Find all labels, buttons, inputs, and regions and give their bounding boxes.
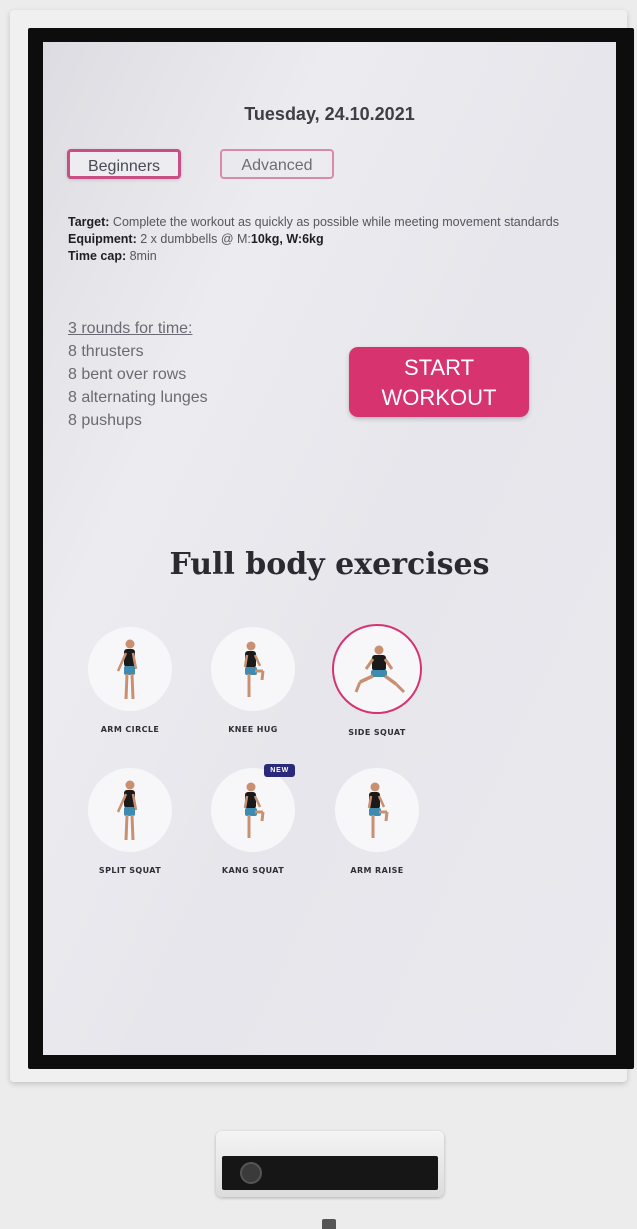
camera-sensor-bar — [216, 1131, 444, 1197]
start-button-line1: START — [403, 355, 475, 380]
tab-beginners[interactable]: Beginners — [67, 149, 181, 179]
exercise-card-split-squat[interactable]: SPLIT SQUAT — [70, 768, 190, 875]
exercise-label: SIDE SQUAT — [348, 728, 406, 737]
exercise-thumbnail — [332, 624, 422, 714]
stand-cable — [322, 1219, 336, 1229]
routine-item: 8 bent over rows — [68, 366, 187, 383]
routine-item: 8 thrusters — [68, 343, 144, 360]
section-title: Full body exercises — [169, 547, 490, 582]
tab-advanced[interactable]: Advanced — [220, 149, 334, 179]
exercise-card-side-squat[interactable]: SIDE SQUAT — [317, 624, 437, 737]
exercise-thumbnail — [88, 627, 172, 711]
exercise-card-arm-raise[interactable]: ARM RAISE — [317, 768, 437, 875]
exercise-card-knee-hug[interactable]: KNEE HUG — [193, 627, 313, 734]
routine-list: 3 rounds for time: 8 thrusters 8 bent ov… — [68, 317, 208, 432]
target-line: Target: Complete the workout as quickly … — [68, 215, 559, 229]
sensor-strip — [222, 1156, 438, 1190]
exercise-label: ARM CIRCLE — [100, 725, 160, 734]
routine-item: 8 pushups — [68, 412, 142, 429]
exercise-card-arm-circle[interactable]: ARM CIRCLE — [70, 627, 190, 734]
exercise-label: KNEE HUG — [228, 725, 278, 734]
exercise-thumbnail — [88, 768, 172, 852]
timecap-line: Time cap: 8min — [68, 249, 157, 263]
equipment-line: Equipment: 2 x dumbbells @ M:10kg, W:6kg — [68, 232, 324, 246]
exercise-label: ARM RAISE — [350, 866, 404, 875]
exercise-thumbnail — [335, 768, 419, 852]
exercise-label: SPLIT SQUAT — [98, 866, 162, 875]
routine-header: 3 rounds for time: — [68, 320, 193, 337]
exercise-thumbnail — [211, 627, 295, 711]
exercise-label: KANG SQUAT — [221, 866, 285, 875]
workout-info: Target: Complete the workout as quickly … — [68, 214, 598, 265]
workout-date: Tuesday, 24.10.2021 — [244, 104, 415, 124]
start-button-line2: WORKOUT — [381, 385, 497, 410]
camera-lens-icon — [240, 1162, 262, 1184]
start-workout-button[interactable]: START WORKOUT — [349, 347, 529, 417]
exercise-thumbnail: NEW — [211, 764, 295, 852]
exercise-card-kang-squat[interactable]: NEW KANG SQUAT — [193, 764, 313, 875]
new-badge: NEW — [264, 764, 295, 777]
routine-item: 8 alternating lunges — [68, 389, 208, 406]
screen: Tuesday, 24.10.2021 Beginners Advanced T… — [43, 42, 616, 1055]
